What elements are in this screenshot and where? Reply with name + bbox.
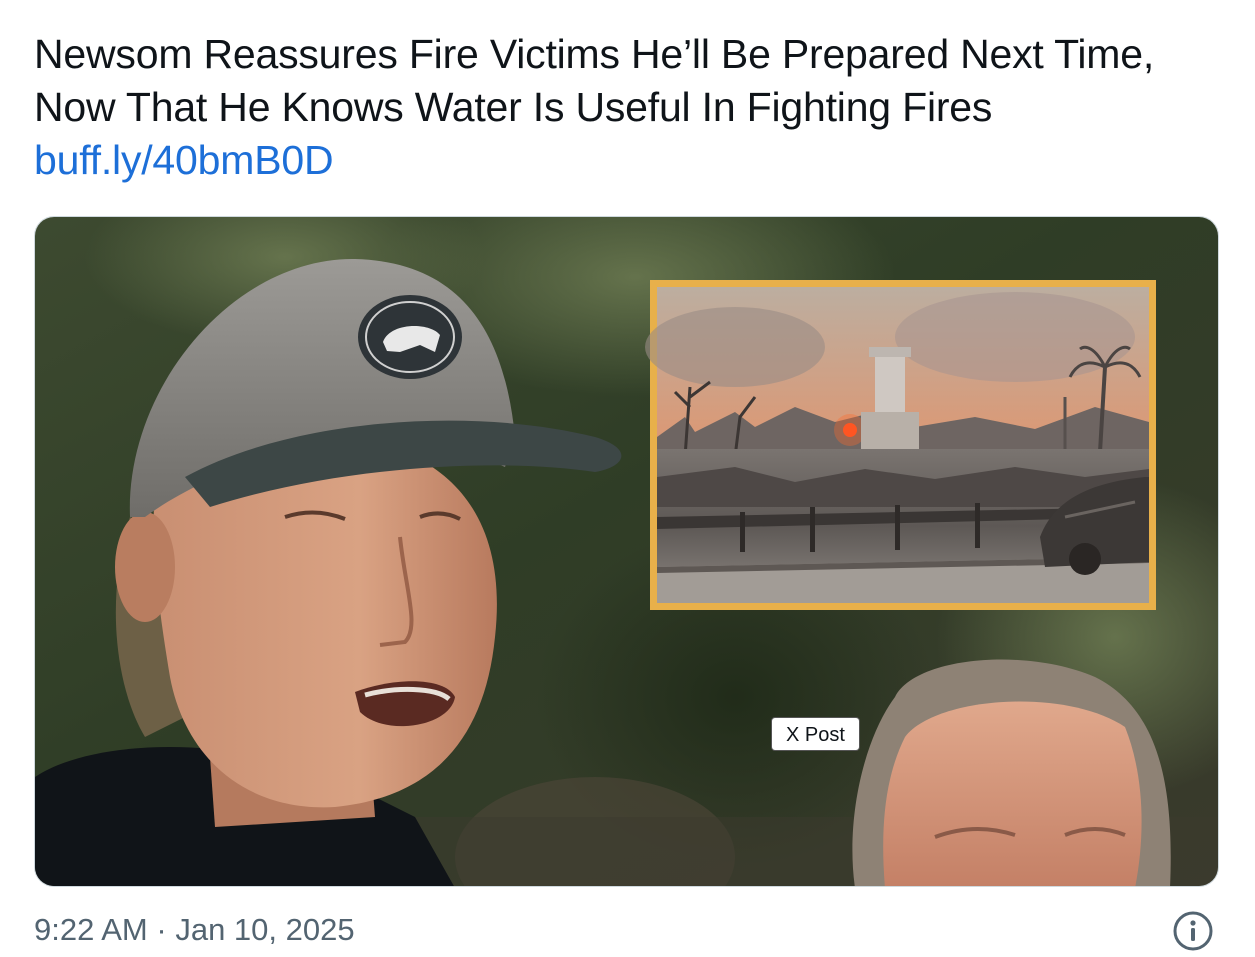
x-post-badge: X Post xyxy=(771,717,860,751)
timestamp-separator: · xyxy=(156,912,167,947)
post-headline: Newsom Reassures Fire Victims He’ll Be P… xyxy=(34,31,1155,130)
post-link[interactable]: buff.ly/40bmB0D xyxy=(34,134,334,187)
info-circle-icon[interactable] xyxy=(1172,910,1214,952)
post-card: Newsom Reassures Fire Victims He’ll Be P… xyxy=(0,0,1255,957)
post-text: Newsom Reassures Fire Victims He’ll Be P… xyxy=(34,28,1224,187)
post-timestamp: 9:22 AM · Jan 10, 2025 xyxy=(34,910,355,950)
post-time[interactable]: 9:22 AM xyxy=(34,912,148,947)
post-media[interactable]: X Post xyxy=(34,216,1219,887)
post-date[interactable]: Jan 10, 2025 xyxy=(175,912,354,947)
media-image xyxy=(35,217,1218,886)
inset-fire-image xyxy=(645,280,1156,610)
